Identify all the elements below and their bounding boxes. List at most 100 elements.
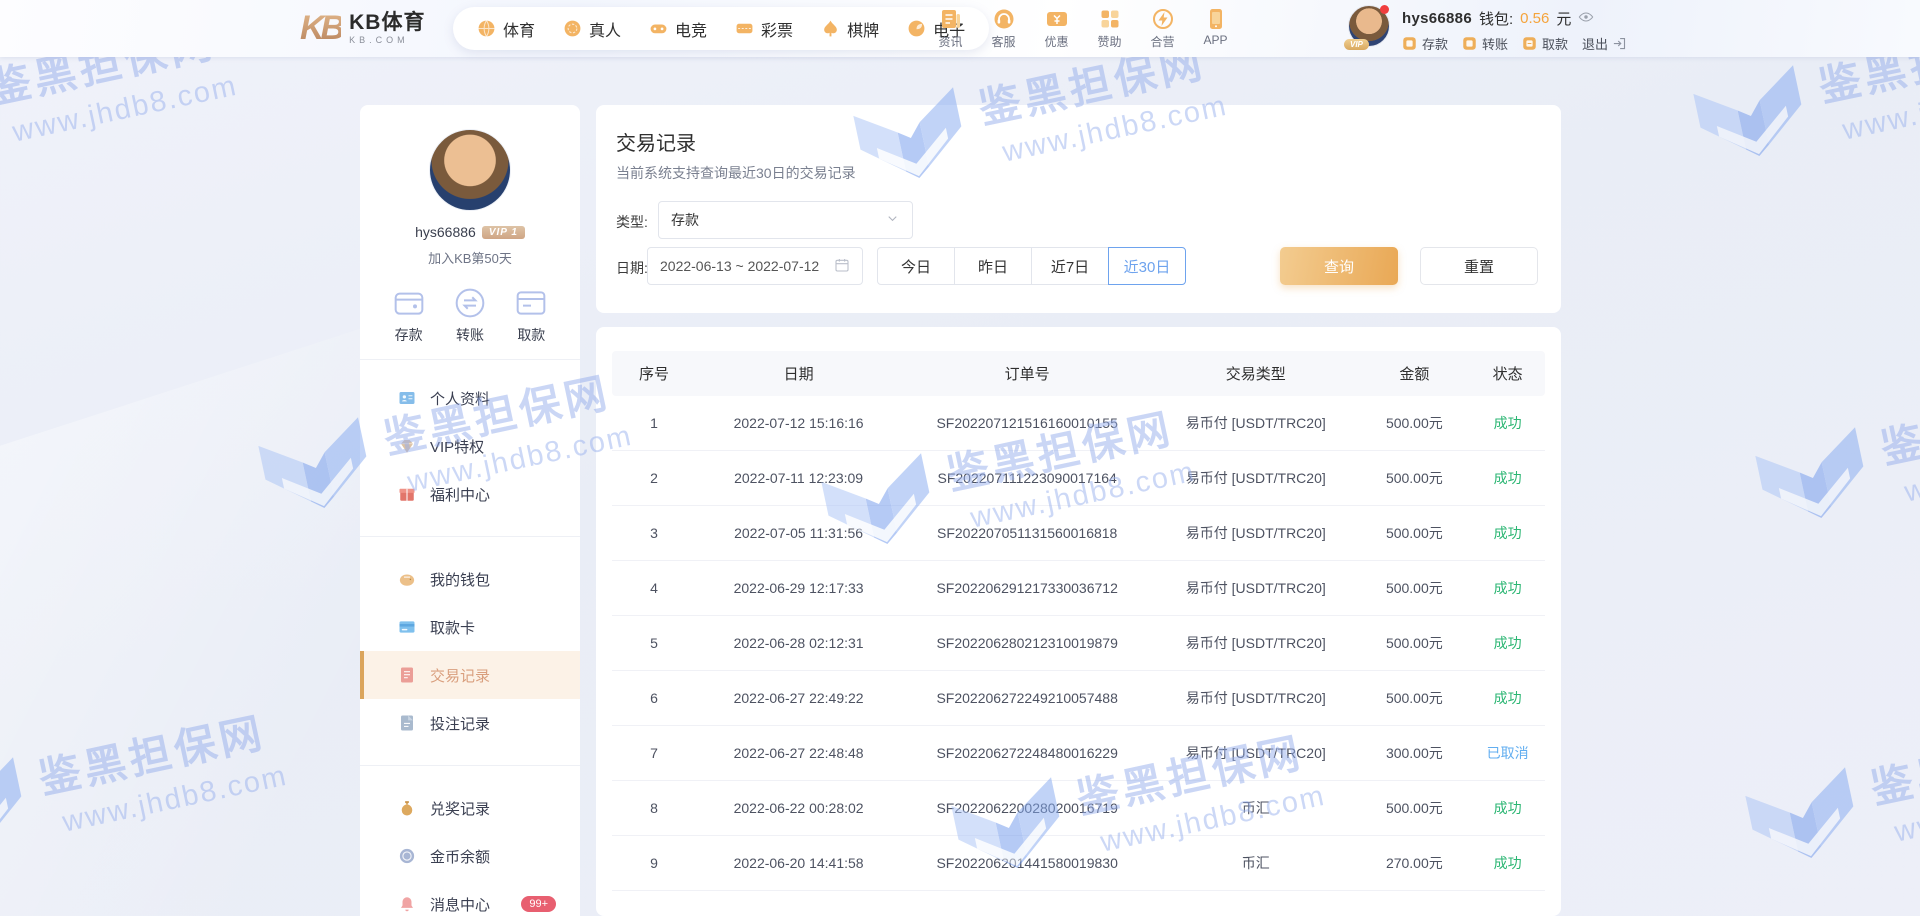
sidebar-quick-取款[interactable]: 取款: [515, 287, 547, 345]
table-row[interactable]: 4 2022-06-29 12:17:33 SF202206291217330036…: [612, 561, 1545, 616]
sidebar-item-个人资料[interactable]: 个人资料: [360, 374, 580, 422]
table-panel: 序号 日期 订单号 交易类型 金额 状态 1 2022-07-12 15:16:16 SF20…: [596, 327, 1561, 916]
cell-no: 2: [650, 470, 658, 486]
watermark-text: 鉴黑担保网 www.jhdb8.com: [32, 694, 291, 842]
table-header: 序号 日期 订单号 交易类型 金额 状态: [612, 351, 1545, 396]
sponsor-icon: [1098, 7, 1122, 31]
table-row[interactable]: 3 2022-07-05 11:31:56 SF202207051131560016…: [612, 506, 1545, 561]
column-header-序号: 序号: [638, 366, 669, 383]
column-header-日期: 日期: [783, 366, 814, 383]
logout-button[interactable]: 退出: [1582, 34, 1627, 53]
utility-item-优惠[interactable]: 优惠: [1030, 7, 1083, 50]
cell-amount: 500.00元: [1385, 690, 1443, 706]
logout-label: 退出: [1582, 37, 1609, 52]
utility-item-赞助[interactable]: 赞助: [1083, 7, 1136, 50]
sidebar-item-VIP特权[interactable]: VIP特权: [360, 422, 580, 470]
avatar[interactable]: VIP: [1344, 5, 1390, 50]
search-button[interactable]: 查询: [1280, 247, 1398, 285]
sidebar-item-我的钱包[interactable]: 我的钱包: [360, 555, 580, 603]
kb-logo-mark: KB: [300, 9, 345, 47]
type-select[interactable]: 存款: [658, 201, 913, 239]
user-actions: 存款 转账 取款 退出: [1402, 34, 1627, 53]
cell-no: 5: [650, 635, 658, 651]
cell-date: 2022-07-05 11:31:56: [734, 525, 864, 541]
calendar-icon-wrap: [834, 257, 850, 276]
sidebar-item-label: 兑奖记录: [430, 800, 491, 818]
table-row[interactable]: 1 2022-07-12 15:16:16 SF202207121516160010…: [612, 396, 1545, 451]
table-row[interactable]: 8 2022-06-22 00:28:02 SF202206220028020016…: [612, 781, 1545, 836]
wallet-amount: 0.56: [1520, 10, 1550, 27]
cell-type: 易币付 [USDT/TRC20]: [1185, 745, 1326, 761]
nav-item-label: 电竞: [675, 22, 708, 40]
records-icon: [398, 666, 416, 684]
utility-item-资讯[interactable]: 资讯: [924, 7, 977, 50]
sidebar-item-投注记录[interactable]: 投注记录: [360, 699, 580, 747]
sidebar-item-消息中心[interactable]: 消息中心 99+: [360, 880, 580, 916]
range-button-今日[interactable]: 今日: [877, 247, 955, 285]
cell-status: 成功: [1493, 635, 1522, 651]
table-row[interactable]: 2 2022-07-11 12:23:09 SF202207111223090017…: [612, 451, 1545, 506]
range-button-昨日[interactable]: 昨日: [954, 247, 1032, 285]
cell-date: 2022-06-27 22:48:48: [733, 745, 864, 761]
nav-item-棋牌[interactable]: 棋牌: [807, 17, 893, 41]
cell-order: SF202206220028020016719: [936, 800, 1118, 816]
withdraw-outline-icon: [515, 287, 547, 319]
withdraw-mini-icon: [1522, 36, 1537, 51]
reset-button[interactable]: 重置: [1420, 247, 1538, 285]
kb-logo[interactable]: KB KB体育 KB.COM: [300, 9, 425, 48]
watermark-text: 鉴黑担保网 www.jhdb8.com: [1864, 704, 1920, 852]
watermark-shield-icon: [1745, 418, 1883, 547]
range-button-近30日[interactable]: 近30日: [1108, 247, 1186, 285]
cell-order: SF202206291217330036712: [936, 580, 1118, 596]
sidebar-item-金币余额[interactable]: 金币余额: [360, 832, 580, 880]
join-days-text: 加入KB第50天: [428, 251, 512, 266]
nav-item-真人[interactable]: 真人: [549, 17, 635, 41]
cell-status: 成功: [1493, 580, 1522, 596]
nav-item-电竞[interactable]: 电竞: [635, 17, 721, 41]
user-action-存款[interactable]: 存款: [1402, 34, 1448, 53]
utility-item-APP[interactable]: APP: [1189, 7, 1242, 50]
nav-item-体育[interactable]: 体育: [463, 17, 549, 41]
sidebar-item-兑奖记录[interactable]: 兑奖记录: [360, 784, 580, 832]
cell-order: SF202207051131560016818: [936, 525, 1118, 541]
profile-avatar[interactable]: [429, 129, 511, 211]
watermark: 鉴黑担保网 www.jhdb8.com: [1745, 364, 1920, 547]
site-title: KB体育: [349, 11, 426, 34]
cell-amount: 500.00元: [1385, 525, 1443, 541]
sidebar-item-交易记录[interactable]: 交易记录: [360, 651, 580, 699]
sidebar-item-福利中心[interactable]: 福利中心: [360, 470, 580, 518]
sidebar-quick-转账[interactable]: 转账: [454, 287, 486, 345]
sidebar-item-取款卡[interactable]: 取款卡: [360, 603, 580, 651]
utility-item-label: 优惠: [1044, 35, 1069, 49]
cell-amount: 500.00元: [1385, 580, 1443, 596]
utility-item-合营[interactable]: 合营: [1136, 7, 1189, 50]
utility-item-客服[interactable]: 客服: [977, 7, 1030, 50]
nav-item-label: 彩票: [761, 22, 794, 40]
type-label: 类型:: [616, 214, 648, 230]
range-button-近7日[interactable]: 近7日: [1031, 247, 1109, 285]
sidebar-item-label: 取款卡: [430, 619, 476, 637]
date-range-input[interactable]: 2022-06-13 ~ 2022-07-12: [647, 247, 863, 285]
table-row[interactable]: 7 2022-06-27 22:48:48 SF202206272248480016…: [612, 726, 1545, 781]
eye-toggle[interactable]: [1578, 9, 1594, 29]
sidebar-quick-label: 存款: [394, 327, 423, 343]
menu-divider: [360, 536, 580, 537]
cell-order: SF202206201441580019830: [936, 855, 1118, 871]
bell-icon: [398, 895, 416, 913]
utility-nav: 资讯 客服 优惠 赞助 合营 APP: [924, 7, 1242, 50]
lottery-icon: [735, 19, 754, 38]
watermark-shield-icon: [1683, 56, 1821, 185]
table-row[interactable]: 5 2022-06-28 02:12:31 SF202206280212310019…: [612, 616, 1545, 671]
user-action-转账[interactable]: 转账: [1462, 34, 1508, 53]
sidebar-quick-存款[interactable]: 存款: [393, 287, 425, 345]
watermark-title: 鉴黑担保网: [34, 708, 270, 803]
page-title: 交易记录: [616, 133, 696, 155]
cell-type: 易币付 [USDT/TRC20]: [1185, 690, 1326, 706]
cell-order: SF202207111223090017164: [937, 470, 1117, 486]
table-row[interactable]: 6 2022-06-27 22:49:22 SF202206272249210057…: [612, 671, 1545, 726]
nav-item-彩票[interactable]: 彩票: [721, 17, 807, 41]
user-action-取款[interactable]: 取款: [1522, 34, 1568, 53]
table-row[interactable]: 9 2022-06-20 14:41:58 SF202206201441580019…: [612, 836, 1545, 891]
coin-icon: [398, 847, 416, 865]
cell-date: 2022-07-11 12:23:09: [734, 470, 864, 486]
